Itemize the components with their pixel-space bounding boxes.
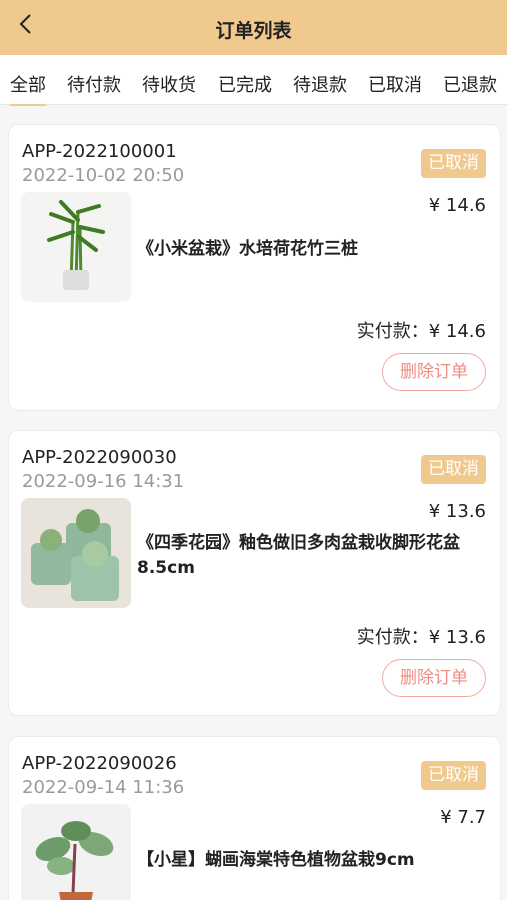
tab-all[interactable]: 全部 xyxy=(10,71,46,106)
order-number: APP-2022090026 xyxy=(22,753,177,774)
order-card[interactable]: APP-2022090026 2022-09-14 11:36 已取消 ¥ 7.… xyxy=(8,736,501,900)
tab-pending-refund[interactable]: 待退款 xyxy=(293,71,347,97)
product-name[interactable]: 《四季花园》釉色做旧多肉盆栽收脚形花盆8.5cm xyxy=(137,531,495,581)
tab-refunded[interactable]: 已退款 xyxy=(443,71,497,97)
product-name[interactable]: 《小米盆栽》水培荷花竹三桩 xyxy=(137,237,495,262)
status-badge: 已取消 xyxy=(421,761,486,790)
app-header: 订单列表 xyxy=(0,0,507,55)
tab-pending-payment[interactable]: 待付款 xyxy=(67,71,121,97)
product-price: ¥ 7.7 xyxy=(440,807,486,828)
delete-order-button[interactable]: 删除订单 xyxy=(382,659,486,697)
product-image[interactable] xyxy=(21,804,131,900)
order-time: 2022-09-16 14:31 xyxy=(22,471,185,492)
order-time: 2022-09-14 11:36 xyxy=(22,777,185,798)
delete-order-button[interactable]: 删除订单 xyxy=(382,353,486,391)
status-badge: 已取消 xyxy=(421,455,486,484)
product-price: ¥ 13.6 xyxy=(428,501,486,522)
tab-completed[interactable]: 已完成 xyxy=(218,71,272,97)
paid-amount: 实付款：¥ 14.6 xyxy=(356,321,486,342)
status-badge: 已取消 xyxy=(421,149,486,178)
paid-amount: 实付款：¥ 13.6 xyxy=(356,627,486,648)
order-number: APP-2022090030 xyxy=(22,447,177,468)
order-card[interactable]: APP-2022090030 2022-09-16 14:31 已取消 ¥ 13… xyxy=(8,430,501,716)
product-price: ¥ 14.6 xyxy=(428,195,486,216)
tab-cancelled[interactable]: 已取消 xyxy=(368,71,422,97)
status-tabs: 全部 待付款 待收货 已完成 待退款 已取消 已退款 xyxy=(0,55,507,106)
product-name[interactable]: 【小星】蝴画海棠特色植物盆栽9cm xyxy=(137,848,495,873)
order-card[interactable]: APP-2022100001 2022-10-02 20:50 已取消 ¥ 14… xyxy=(8,124,501,411)
page-title: 订单列表 xyxy=(215,20,292,42)
order-time: 2022-10-02 20:50 xyxy=(22,165,185,186)
product-image[interactable] xyxy=(21,498,131,608)
tab-pending-receipt[interactable]: 待收货 xyxy=(142,71,196,97)
product-image[interactable] xyxy=(21,192,131,302)
order-number: APP-2022100001 xyxy=(22,141,177,162)
